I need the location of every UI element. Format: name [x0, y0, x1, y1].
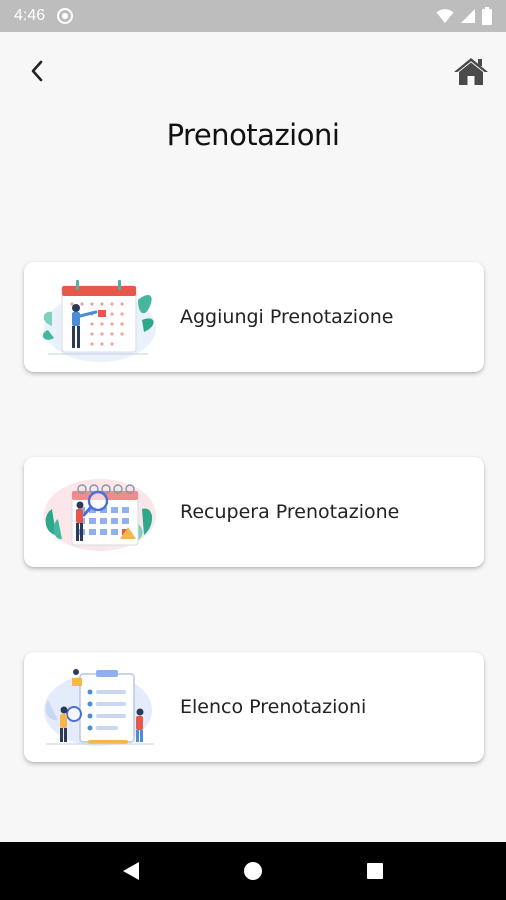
- home-icon: [454, 58, 488, 85]
- status-time: 4:46: [14, 7, 46, 24]
- booking-list-card[interactable]: Elenco Prenotazioni: [24, 652, 484, 762]
- sync-icon: [57, 8, 74, 24]
- back-button[interactable]: [22, 56, 52, 86]
- back-triangle-icon: [123, 862, 139, 880]
- calendar-search-illustration: [44, 479, 156, 551]
- add-booking-label: Aggiungi Prenotazione: [180, 306, 394, 328]
- battery-icon: [482, 7, 492, 25]
- home-button[interactable]: [452, 54, 490, 88]
- list-document-illustration: [44, 669, 154, 746]
- system-nav-bar: [0, 842, 506, 900]
- home-circle-icon: [244, 862, 262, 880]
- retrieve-booking-card[interactable]: Recupera Prenotazione: [24, 457, 484, 567]
- signal-icon: [461, 9, 475, 23]
- nav-back-button[interactable]: [111, 851, 151, 891]
- page-title: Prenotazioni: [166, 118, 340, 152]
- retrieve-booking-label: Recupera Prenotazione: [180, 501, 400, 523]
- booking-list-label: Elenco Prenotazioni: [180, 696, 367, 718]
- chevron-left-icon: [31, 60, 43, 82]
- nav-home-button[interactable]: [233, 851, 273, 891]
- status-icons: [436, 7, 492, 25]
- calendar-person-illustration: [42, 280, 156, 362]
- recents-square-icon: [367, 863, 383, 879]
- nav-recents-button[interactable]: [355, 851, 395, 891]
- add-booking-card[interactable]: Aggiungi Prenotazione: [24, 262, 484, 372]
- wifi-icon: [436, 9, 454, 23]
- status-bar: 4:46: [0, 0, 506, 32]
